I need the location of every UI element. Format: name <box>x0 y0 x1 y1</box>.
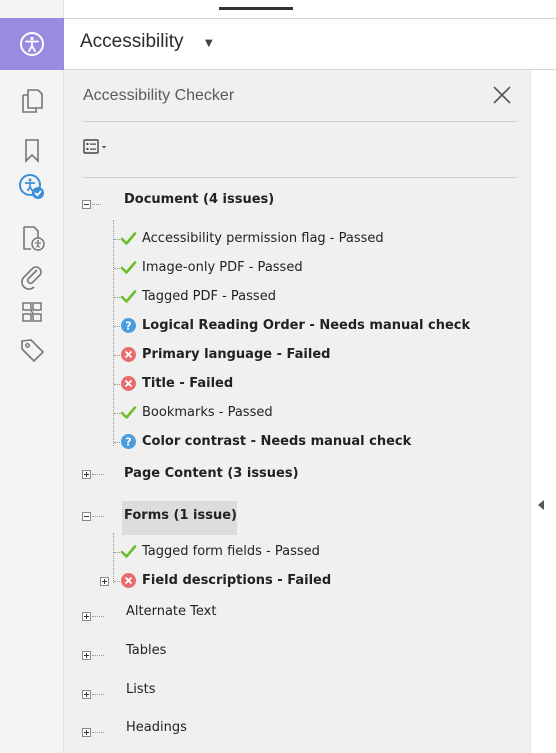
check-item-label: Image-only PDF - Passed <box>142 260 303 275</box>
check-item[interactable]: Image-only PDF - Passed <box>120 256 520 280</box>
svg-text:?: ? <box>125 436 131 449</box>
check-item-label: Bookmarks - Passed <box>142 405 273 420</box>
manual-check-icon: ? <box>121 434 136 449</box>
check-item-label: Primary language - Failed <box>142 347 331 362</box>
divider <box>83 121 517 122</box>
forms-expander[interactable] <box>82 512 91 521</box>
collapse-panel-strip[interactable] <box>530 70 556 753</box>
tree-node-label: Lists <box>126 682 156 697</box>
failed-x-icon <box>121 376 136 391</box>
tree-node-label: Document (4 issues) <box>124 192 275 207</box>
tree-node-label: Headings <box>126 720 187 735</box>
tree-node-label: Alternate Text <box>126 604 217 619</box>
check-item-label: Title - Failed <box>142 376 234 391</box>
tree-node-headings[interactable]: Headings <box>126 716 426 740</box>
tree-node-alternate-text[interactable]: Alternate Text <box>126 600 426 624</box>
tool-title[interactable]: Accessibility <box>80 31 183 53</box>
check-item[interactable]: Tagged form fields - Passed <box>120 540 520 564</box>
check-item-label: Field descriptions - Failed <box>142 573 332 588</box>
pages-icon[interactable] <box>18 86 46 114</box>
check-item-label: Accessibility permission flag - Passed <box>142 231 384 246</box>
field-descriptions-expander[interactable] <box>100 577 109 586</box>
content-order-icon[interactable] <box>18 298 46 326</box>
passed-check-icon <box>120 545 137 558</box>
svg-text:?: ? <box>125 320 131 333</box>
check-item[interactable]: Primary language - Failed <box>120 343 520 367</box>
panel-title: Accessibility Checker <box>83 87 235 104</box>
accessibility-tool-tile[interactable] <box>0 18 64 70</box>
active-tab-indicator <box>219 7 293 10</box>
manual-check-icon: ? <box>121 318 136 333</box>
passed-check-icon <box>120 290 137 303</box>
check-item[interactable]: Field descriptions - Failed <box>120 569 520 593</box>
failed-x-icon <box>121 573 136 588</box>
failed-x-icon <box>121 347 136 362</box>
bookmark-icon[interactable] <box>18 136 46 164</box>
tools-rail <box>0 0 64 753</box>
tree-node-label: Page Content (3 issues) <box>124 466 299 481</box>
tables-expander[interactable] <box>82 651 91 660</box>
check-item[interactable]: Tagged PDF - Passed <box>120 285 520 309</box>
headings-expander[interactable] <box>82 728 91 737</box>
lists-expander[interactable] <box>82 690 91 699</box>
passed-check-icon <box>120 232 137 245</box>
check-item-label: Color contrast - Needs manual check <box>142 434 412 449</box>
accessibility-checker-panel: Accessibility Checker Document (4 issues… <box>64 70 530 753</box>
check-item-label: Tagged form fields - Passed <box>142 544 320 559</box>
check-item[interactable]: Accessibility permission flag - Passed <box>120 227 520 251</box>
page-content-expander[interactable] <box>82 470 91 479</box>
check-item-label: Tagged PDF - Passed <box>142 289 276 304</box>
check-item[interactable]: Bookmarks - Passed <box>120 401 520 425</box>
check-item-label: Logical Reading Order - Needs manual che… <box>142 318 471 333</box>
collapse-arrow-icon[interactable] <box>538 500 544 510</box>
tree-node-forms[interactable]: Forms (1 issue) <box>124 504 424 528</box>
check-item[interactable]: ? Color contrast - Needs manual check <box>120 430 520 454</box>
accessibility-checker-icon[interactable] <box>18 173 46 201</box>
tool-header[interactable]: Accessibility ▼ <box>64 18 556 70</box>
document-expander[interactable] <box>82 200 91 209</box>
tree-node-label: Forms (1 issue) <box>124 508 237 523</box>
tree-node-lists[interactable]: Lists <box>126 678 426 702</box>
accessibility-icon <box>20 32 44 56</box>
options-menu-icon[interactable] <box>83 138 113 156</box>
passed-check-icon <box>120 261 137 274</box>
passed-check-icon <box>120 406 137 419</box>
tree-node-document[interactable]: Document (4 issues) <box>124 188 424 212</box>
check-item[interactable]: ? Logical Reading Order - Needs manual ch… <box>120 314 520 338</box>
tags-icon[interactable] <box>18 336 46 364</box>
attachment-icon[interactable] <box>18 262 46 290</box>
tree-node-tables[interactable]: Tables <box>126 639 426 663</box>
tree-node-label: Tables <box>126 643 167 658</box>
check-item[interactable]: Title - Failed <box>120 372 520 396</box>
chevron-down-icon[interactable]: ▼ <box>205 38 213 49</box>
divider <box>83 177 517 178</box>
close-icon[interactable] <box>491 84 513 106</box>
tree-node-page-content[interactable]: Page Content (3 issues) <box>124 462 424 486</box>
alternate-text-expander[interactable] <box>82 612 91 621</box>
file-accessibility-icon[interactable] <box>18 224 46 252</box>
top-toolbar <box>64 0 556 18</box>
